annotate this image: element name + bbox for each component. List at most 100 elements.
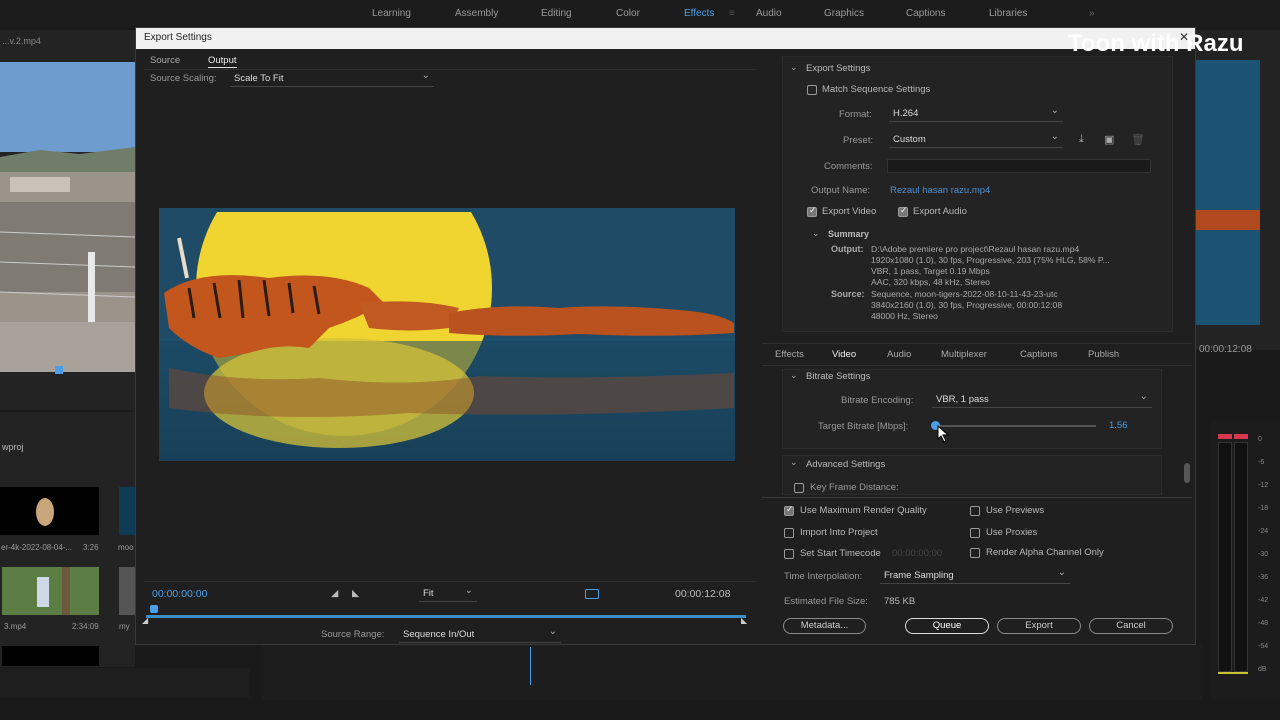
tab-effects[interactable]: Effects bbox=[775, 349, 804, 360]
use-previews-checkbox[interactable] bbox=[970, 506, 980, 516]
clip-thumbnail[interactable] bbox=[0, 487, 99, 535]
source-range-dropdown[interactable]: Sequence In/Out bbox=[399, 626, 561, 643]
tab-captions[interactable]: Captions bbox=[1020, 349, 1058, 360]
render-alpha-checkbox[interactable] bbox=[970, 548, 980, 558]
menu-icon[interactable]: ≡ bbox=[729, 8, 735, 19]
source-range-bar[interactable] bbox=[146, 615, 746, 618]
bitrate-encoding-dropdown[interactable]: VBR, 1 pass bbox=[932, 391, 1152, 408]
watermark: Toon with Razu bbox=[1068, 30, 1244, 57]
metadata-button[interactable]: Metadata... bbox=[783, 618, 866, 634]
format-label: Format: bbox=[839, 109, 872, 120]
key-frame-label: Key Frame Distance: bbox=[810, 482, 899, 493]
tab-output[interactable]: Output bbox=[208, 55, 237, 68]
meter-channel-right bbox=[1234, 442, 1248, 672]
max-render-quality-label: Use Maximum Render Quality bbox=[800, 505, 927, 516]
save-preset-icon[interactable]: ⤓ bbox=[1079, 133, 1084, 146]
clip-thumbnail[interactable] bbox=[119, 567, 135, 615]
tab-source[interactable]: Source bbox=[150, 55, 180, 66]
workspace-tab-libraries[interactable]: Libraries bbox=[989, 8, 1027, 19]
source-frame-image bbox=[0, 62, 135, 372]
export-settings-heading: Export Settings bbox=[806, 63, 871, 74]
clip-thumbnail[interactable] bbox=[2, 646, 99, 666]
queue-button[interactable]: Queue bbox=[905, 618, 989, 634]
key-frame-checkbox[interactable] bbox=[794, 483, 804, 493]
source-scaling-value: Scale To Fit bbox=[234, 73, 284, 84]
comments-input[interactable] bbox=[887, 159, 1151, 173]
mark-out-icon[interactable]: ◣ bbox=[352, 588, 359, 599]
meter-scale-label: -12 bbox=[1258, 482, 1269, 489]
time-interpolation-label: Time Interpolation: bbox=[784, 571, 863, 582]
tab-video[interactable]: Video bbox=[832, 349, 856, 360]
bitrate-heading: Bitrate Settings bbox=[806, 371, 871, 382]
chevron-down-icon[interactable]: ⌄ bbox=[790, 457, 798, 468]
meter-scale-label: 0 bbox=[1258, 436, 1262, 443]
output-name-link[interactable]: Rezaul hasan razu.mp4 bbox=[890, 185, 990, 196]
meter-scale-label: -42 bbox=[1258, 597, 1269, 604]
clip-thumbnail[interactable] bbox=[119, 487, 135, 535]
import-preset-icon[interactable]: ▣ bbox=[1104, 133, 1114, 146]
out-point-handle[interactable]: ◣ bbox=[741, 616, 747, 625]
workspace-tab-color[interactable]: Color bbox=[616, 8, 640, 19]
workspace-tab-effects[interactable]: Effects bbox=[684, 8, 714, 19]
summary-heading: Summary bbox=[828, 229, 870, 239]
summary-line: 1920x1080 (1.0), 30 fps, Progressive, 20… bbox=[871, 255, 1110, 265]
aspect-toggle-icon[interactable] bbox=[585, 589, 599, 599]
workspace-tab-audio[interactable]: Audio bbox=[756, 8, 782, 19]
cancel-button[interactable]: Cancel bbox=[1089, 618, 1173, 634]
meter-scale-label: -48 bbox=[1258, 620, 1269, 627]
chevron-down-icon[interactable]: ⌄ bbox=[790, 370, 798, 381]
timeline-playhead[interactable] bbox=[530, 647, 531, 685]
in-point-handle[interactable]: ◢ bbox=[142, 616, 148, 625]
delete-preset-icon[interactable]: 🗑 bbox=[1131, 133, 1145, 146]
preset-value: Custom bbox=[893, 134, 926, 145]
target-bitrate-track[interactable] bbox=[936, 425, 1096, 427]
workspace-tab-learning[interactable]: Learning bbox=[372, 8, 411, 19]
match-sequence-checkbox[interactable] bbox=[807, 85, 817, 95]
preset-dropdown[interactable]: Custom bbox=[889, 131, 1063, 148]
program-frame-image bbox=[1196, 60, 1260, 325]
format-dropdown[interactable]: H.264 bbox=[889, 105, 1063, 122]
project-panel: wproj er-4k-2022-08-04-... 3:26 moo 3.mp… bbox=[0, 412, 135, 667]
sequence-tab[interactable]: ...v.2.mp4 bbox=[2, 36, 41, 46]
preset-label: Preset: bbox=[843, 135, 874, 146]
fit-dropdown[interactable]: Fit bbox=[419, 585, 477, 602]
clip-thumbnail[interactable] bbox=[2, 567, 99, 615]
timecode-start[interactable]: 00:00:00:00 bbox=[152, 588, 207, 600]
source-scaling-label: Source Scaling: bbox=[150, 73, 217, 84]
chevron-down-icon[interactable]: ⌄ bbox=[812, 228, 820, 239]
mark-in-icon[interactable]: ◢ bbox=[331, 588, 338, 599]
chevron-down-icon[interactable]: ⌄ bbox=[790, 62, 798, 73]
workspace-tab-assembly[interactable]: Assembly bbox=[455, 8, 498, 19]
use-proxies-checkbox[interactable] bbox=[970, 528, 980, 538]
set-start-timecode-checkbox[interactable] bbox=[784, 549, 794, 559]
tab-audio[interactable]: Audio bbox=[887, 349, 911, 360]
program-monitor-panel: 00:00:12:08 bbox=[1196, 30, 1280, 355]
export-audio-checkbox[interactable] bbox=[898, 205, 908, 217]
settings-scrollbar[interactable] bbox=[1184, 463, 1190, 483]
meter-peak-right bbox=[1234, 434, 1248, 439]
export-button[interactable]: Export bbox=[997, 618, 1081, 634]
overflow-chevron-icon[interactable]: » bbox=[1089, 8, 1095, 19]
source-scaling-dropdown[interactable]: Scale To Fit bbox=[230, 70, 434, 87]
clip-name: er-4k-2022-08-04-... bbox=[1, 543, 73, 552]
start-timecode-field[interactable]: 00:00:00:00 bbox=[892, 548, 942, 559]
workspace-tab-editing[interactable]: Editing bbox=[541, 8, 572, 19]
tab-publish[interactable]: Publish bbox=[1088, 349, 1119, 360]
workspace-tab-graphics[interactable]: Graphics bbox=[824, 8, 864, 19]
export-video-checkbox[interactable] bbox=[807, 205, 817, 217]
divider bbox=[762, 343, 1192, 344]
workspace-tab-captions[interactable]: Captions bbox=[906, 8, 945, 19]
export-video-label: Export Video bbox=[822, 206, 877, 217]
meter-channel-left bbox=[1218, 442, 1232, 672]
import-into-project-label: Import Into Project bbox=[800, 527, 878, 538]
max-render-quality-checkbox[interactable] bbox=[784, 504, 794, 516]
playhead-handle[interactable] bbox=[150, 605, 158, 613]
time-interpolation-dropdown[interactable]: Frame Sampling bbox=[880, 567, 1070, 584]
summary-line: Sequence, moon-tigers-2022-08-10-11-43-2… bbox=[871, 289, 1058, 299]
source-range-label: Source Range: bbox=[321, 629, 385, 640]
import-into-project-checkbox[interactable] bbox=[784, 528, 794, 538]
tab-multiplexer[interactable]: Multiplexer bbox=[941, 349, 987, 360]
source-playhead[interactable] bbox=[55, 366, 63, 374]
timeline-panel bbox=[262, 645, 1202, 700]
target-bitrate-value[interactable]: 1.56 bbox=[1109, 420, 1128, 431]
